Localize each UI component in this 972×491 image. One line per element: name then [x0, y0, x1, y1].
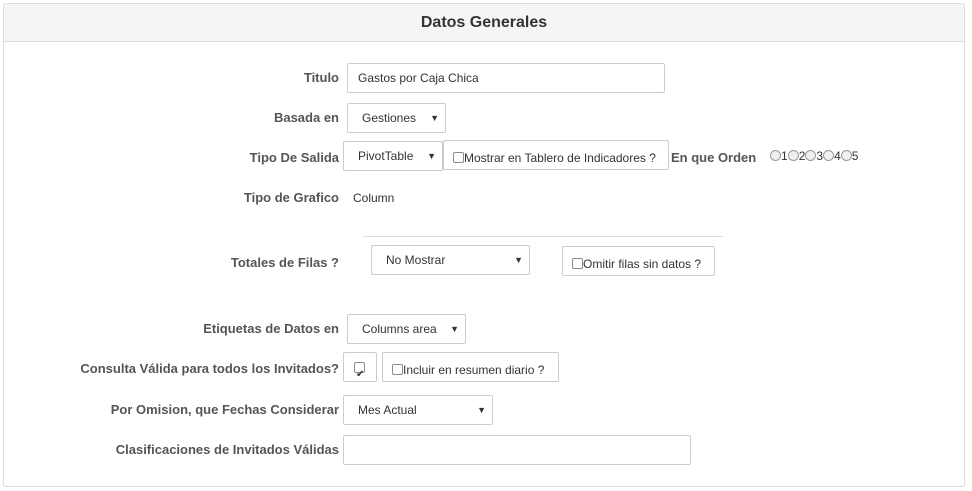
checkbox-icon[interactable] [453, 152, 464, 163]
tipo-grafico-label: Tipo de Grafico [243, 190, 339, 205]
section-divider [363, 236, 723, 237]
orden-radio-5[interactable]: 5 [840, 149, 858, 163]
clasificaciones-label: Clasificaciones de Invitados Válidas [115, 442, 339, 457]
checkbox-checked-icon[interactable] [354, 360, 365, 390]
etiquetas-label: Etiquetas de Datos en [203, 321, 339, 336]
radio-icon[interactable] [770, 150, 781, 161]
chevron-down-icon: ▼ [477, 405, 486, 415]
orden-radio-2[interactable]: 2 [787, 149, 805, 163]
totales-filas-label: Totales de Filas ? [230, 255, 339, 270]
tipo-salida-select[interactable]: PivotTable ▼ [343, 141, 443, 171]
mostrar-tablero-checkbox[interactable]: Mostrar en Tablero de Indicadores ? [443, 140, 669, 170]
orden-radio-4[interactable]: 4 [823, 149, 841, 163]
incluir-resumen-label: Incluir en resumen diario ? [403, 363, 545, 377]
incluir-resumen-checkbox[interactable]: Incluir en resumen diario ? [382, 352, 559, 382]
chevron-down-icon: ▼ [427, 151, 436, 161]
chevron-down-icon: ▼ [514, 255, 523, 265]
chevron-down-icon: ▼ [450, 324, 459, 334]
etiquetas-value: Columns area [362, 322, 437, 336]
basada-en-select[interactable]: Gestiones ▼ [347, 103, 446, 133]
radio-icon[interactable] [787, 150, 799, 161]
radio-icon[interactable] [823, 150, 835, 161]
panel-title: Datos Generales [4, 4, 964, 42]
omitir-filas-label: Omitir filas sin datos ? [583, 257, 702, 271]
titulo-input[interactable]: Gastos por Caja Chica [347, 63, 665, 93]
chevron-down-icon: ▼ [430, 113, 439, 123]
titulo-label: Titulo [303, 70, 339, 85]
radio-icon[interactable] [840, 150, 852, 161]
tipo-grafico-value: Column [353, 191, 395, 205]
consulta-valida-checkbox[interactable] [343, 352, 377, 390]
orden-radio-group: 12345 [770, 149, 858, 163]
checkbox-icon[interactable] [392, 364, 403, 375]
omitir-filas-checkbox[interactable]: Omitir filas sin datos ? [562, 246, 715, 276]
orden-radio-3[interactable]: 3 [805, 149, 823, 163]
totales-filas-select[interactable]: No Mostrar ▼ [371, 245, 530, 275]
fechas-label: Por Omision, que Fechas Considerar [110, 402, 339, 417]
totales-filas-value: No Mostrar [386, 253, 446, 267]
fechas-value: Mes Actual [358, 403, 417, 417]
radio-icon[interactable] [805, 150, 817, 161]
fechas-select[interactable]: Mes Actual ▼ [343, 395, 493, 425]
etiquetas-select[interactable]: Columns area ▼ [347, 314, 466, 344]
tipo-salida-label: Tipo De Salida [249, 150, 339, 165]
tipo-salida-value: PivotTable [358, 149, 414, 163]
basada-en-value: Gestiones [362, 111, 417, 125]
clasificaciones-input[interactable] [343, 435, 691, 465]
en-que-orden-label: En que Orden [671, 150, 757, 165]
mostrar-tablero-label: Mostrar en Tablero de Indicadores ? [464, 151, 656, 165]
basada-en-label: Basada en [273, 110, 339, 125]
consulta-valida-label: Consulta Válida para todos los Invitados… [80, 361, 339, 376]
checkbox-icon[interactable] [572, 258, 583, 269]
orden-radio-1[interactable]: 1 [770, 149, 788, 163]
